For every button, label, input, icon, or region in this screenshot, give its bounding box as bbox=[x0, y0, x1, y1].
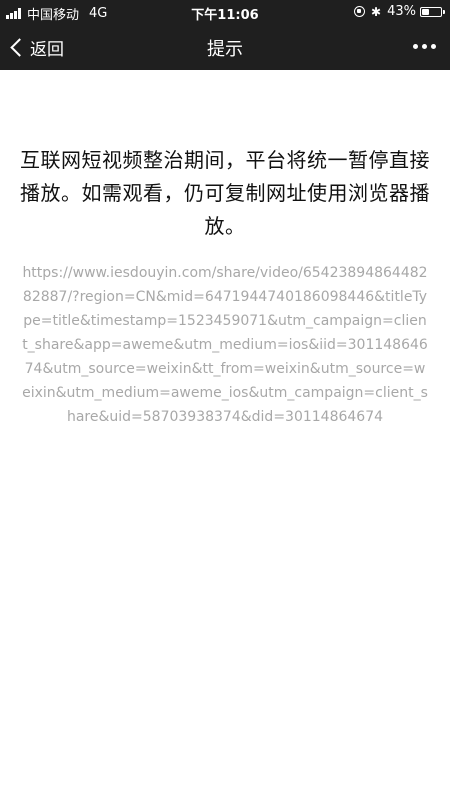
page-title: 提示 bbox=[207, 39, 243, 60]
more-button[interactable] bbox=[409, 44, 436, 49]
status-bar: 中国移动 4G 下午11:06 ✱ 43% bbox=[0, 0, 450, 24]
battery-icon bbox=[420, 6, 445, 17]
more-icon-dot bbox=[431, 44, 436, 49]
status-right: ✱ 43% bbox=[354, 4, 445, 19]
bluetooth-icon: ✱ bbox=[371, 4, 382, 19]
notice-message: 互联网短视频整治期间，平台将统一暂停直接播放。如需观看，仍可复制网址使用浏览器播… bbox=[20, 148, 430, 238]
rotation-lock-icon bbox=[354, 6, 366, 17]
battery-percent: 43% bbox=[387, 4, 416, 19]
navigation-bar: 返回 提示 bbox=[0, 24, 450, 70]
main-content: 互联网短视频整治期间，平台将统一暂停直接播放。如需观看，仍可复制网址使用浏览器播… bbox=[0, 70, 450, 429]
video-url[interactable]: https://www.iesdouyin.com/share/video/65… bbox=[22, 261, 428, 429]
more-icon-dot bbox=[422, 44, 427, 49]
battery-level-fill bbox=[422, 8, 429, 15]
more-icon-dot bbox=[413, 44, 418, 49]
